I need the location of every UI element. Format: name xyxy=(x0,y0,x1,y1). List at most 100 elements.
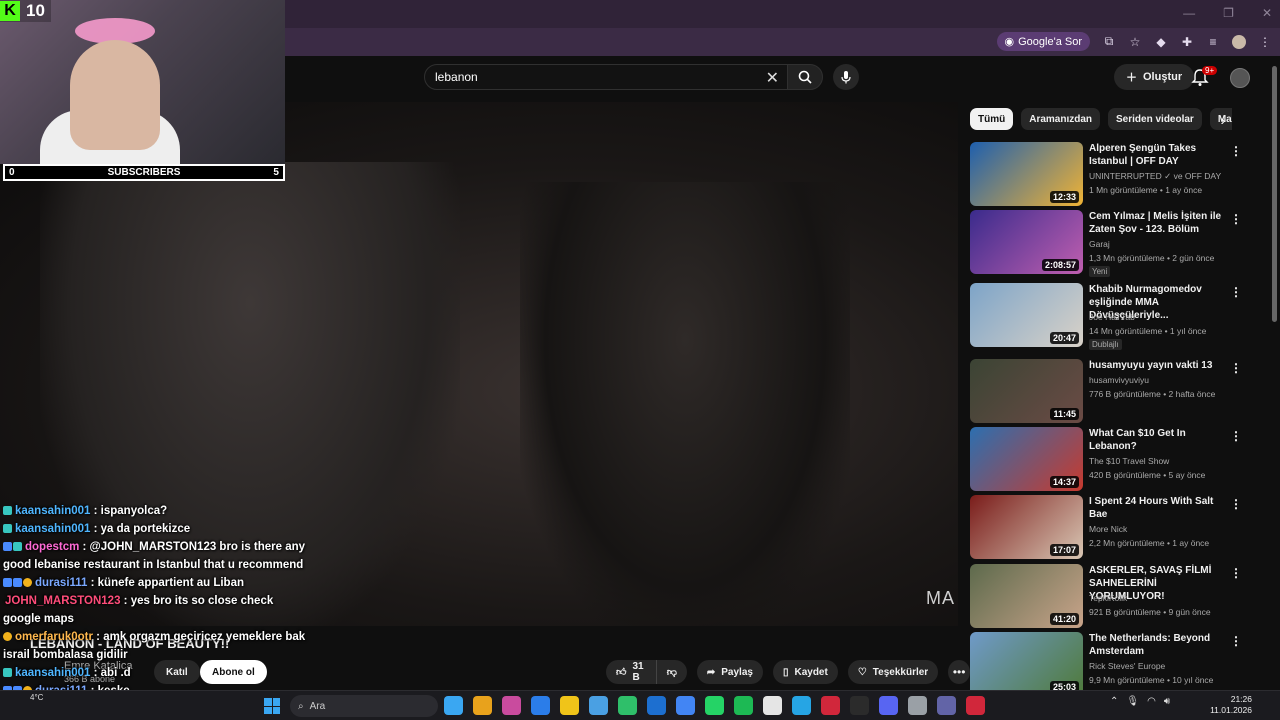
recommendation-channel[interactable]: TepkiKolik xyxy=(1089,593,1127,603)
chat-username[interactable]: kaansahin001 xyxy=(15,667,90,679)
video-thumbnail[interactable]: 14:37 xyxy=(970,427,1083,491)
maximize-icon[interactable]: ❐ xyxy=(1223,6,1234,20)
extension-diamond-icon[interactable]: ◆ xyxy=(1154,35,1168,49)
recommendation-title[interactable]: Alperen Şengün Takes Istanbul | OFF DAY xyxy=(1089,142,1225,168)
install-app-icon[interactable]: ⧉ xyxy=(1102,34,1116,49)
recommendation-card[interactable]: 2:08:57 Cem Yılmaz | Melis İşiten ile Zat… xyxy=(970,210,1250,277)
filter-chip[interactable]: Aramanızdan xyxy=(1021,108,1101,130)
taskbar-app-icon[interactable] xyxy=(560,696,579,715)
taskbar-app-icon[interactable] xyxy=(734,696,753,715)
search-button[interactable] xyxy=(787,64,823,90)
taskbar-app-icon[interactable] xyxy=(502,696,521,715)
taskbar-app-icon[interactable] xyxy=(676,696,695,715)
filter-chip[interactable]: Seriden videolar xyxy=(1108,108,1202,130)
recommendation-card[interactable]: 25:03 The Netherlands: Beyond Amsterdam Ri… xyxy=(970,632,1250,696)
extensions-puzzle-icon[interactable]: ✚ xyxy=(1180,35,1194,49)
like-button[interactable]: 👍︎ 31 B xyxy=(606,660,657,684)
more-options-icon[interactable]: ⋮ xyxy=(1230,285,1242,299)
taskbar-app-icon[interactable] xyxy=(937,696,956,715)
taskbar-search[interactable]: ⌕ Ara xyxy=(290,695,438,717)
taskbar-app-icon[interactable] xyxy=(705,696,724,715)
recommendation-card[interactable]: 11:45 husamyuyu yayın vakti 13 husamvivyuv… xyxy=(970,359,1250,423)
bookmark-star-icon[interactable]: ☆ xyxy=(1128,35,1142,49)
close-icon[interactable]: ✕ xyxy=(1262,6,1272,20)
more-options-icon[interactable]: ⋮ xyxy=(1230,212,1242,226)
video-thumbnail[interactable]: 41:20 xyxy=(970,564,1083,628)
recommendation-card[interactable]: 20:47 Khabib Nurmagomedov eşliğinde MMA D… xyxy=(970,283,1250,350)
video-thumbnail[interactable]: 20:47 xyxy=(970,283,1083,347)
taskbar-app-icon[interactable] xyxy=(763,696,782,715)
taskbar-app-icon[interactable] xyxy=(647,696,666,715)
taskbar-app-icon[interactable] xyxy=(850,696,869,715)
weather-widget[interactable]: 4°C xyxy=(30,693,43,702)
recommendation-title[interactable]: The Netherlands: Beyond Amsterdam xyxy=(1089,632,1225,658)
search-input[interactable]: lebanon ✕ xyxy=(424,64,788,90)
taskbar-app-icon[interactable] xyxy=(966,696,985,715)
minimize-icon[interactable]: — xyxy=(1183,6,1195,20)
recommendation-channel[interactable]: Joe HaTTab xyxy=(1089,312,1135,322)
recommendation-title[interactable]: I Spent 24 Hours With Salt Bae xyxy=(1089,495,1225,521)
voice-search-button[interactable] xyxy=(833,64,859,90)
save-button[interactable]: ▯ Kaydet xyxy=(772,660,838,684)
chat-username[interactable]: durasi111 xyxy=(35,577,87,589)
account-avatar[interactable] xyxy=(1230,68,1250,88)
more-options-icon[interactable]: ⋮ xyxy=(1230,497,1242,511)
taskbar-app-icon[interactable] xyxy=(589,696,608,715)
recommendation-card[interactable]: 14:37 What Can $10 Get In Lebanon? The $10… xyxy=(970,427,1250,491)
video-thumbnail[interactable]: 17:07 xyxy=(970,495,1083,559)
recommendation-channel[interactable]: husamvivyuviyu xyxy=(1089,375,1149,385)
wifi-icon[interactable]: ◠ xyxy=(1147,696,1156,707)
google-ask-button[interactable]: ◉ Google'a Sor xyxy=(996,32,1090,51)
taskbar-app-icon[interactable] xyxy=(618,696,637,715)
recommendation-title[interactable]: What Can $10 Get In Lebanon? xyxy=(1089,427,1225,453)
taskbar-app-icon[interactable] xyxy=(531,696,550,715)
chat-username[interactable]: kaansahin001 xyxy=(15,523,90,535)
chat-username[interactable]: dopestcm xyxy=(25,541,79,553)
recommendation-card[interactable]: 41:20 ASKERLER, SAVAŞ FİLMİ SAHNELERİNİ Y… xyxy=(970,564,1250,628)
video-thumbnail[interactable]: 25:03 xyxy=(970,632,1083,696)
video-thumbnail[interactable]: 12:33 xyxy=(970,142,1083,206)
chat-username[interactable]: JOHN_MARSTON123 xyxy=(5,595,120,607)
more-options-icon[interactable]: ⋮ xyxy=(1230,566,1242,580)
filter-chip[interactable]: Tümü xyxy=(970,108,1014,130)
taskbar-clock[interactable]: 21:26 11.01.2026 xyxy=(1210,694,1252,716)
clear-search-icon[interactable]: ✕ xyxy=(766,68,779,88)
browser-menu-icon[interactable]: ⋮ xyxy=(1258,35,1272,49)
recommendation-channel[interactable]: The $10 Travel Show xyxy=(1089,456,1169,466)
recommendation-card[interactable]: 12:33 Alperen Şengün Takes Istanbul | OFF… xyxy=(970,142,1250,206)
taskbar-app-icon[interactable] xyxy=(473,696,492,715)
page-scrollbar[interactable] xyxy=(1272,66,1277,322)
recommendation-card[interactable]: 17:07 I Spent 24 Hours With Salt Bae More … xyxy=(970,495,1250,559)
browser-profile-avatar[interactable] xyxy=(1232,34,1246,49)
more-options-icon[interactable]: ⋮ xyxy=(1230,634,1242,648)
taskbar-app-icon[interactable] xyxy=(908,696,927,715)
more-options-icon[interactable]: ⋮ xyxy=(1230,144,1242,158)
chevron-right-icon[interactable]: › xyxy=(1214,111,1232,129)
recommendation-channel[interactable]: More Nick xyxy=(1089,524,1127,534)
taskbar-app-icon[interactable] xyxy=(879,696,898,715)
recommendation-title[interactable]: Cem Yılmaz | Melis İşiten ile Zaten Şov … xyxy=(1089,210,1225,236)
more-options-icon[interactable]: ⋮ xyxy=(1230,361,1242,375)
chat-username[interactable]: omerfaruk0otr xyxy=(15,631,93,643)
taskbar-app-icon[interactable] xyxy=(821,696,840,715)
recommendation-channel[interactable]: Rick Steves' Europe xyxy=(1089,661,1165,671)
video-thumbnail[interactable]: 2:08:57 xyxy=(970,210,1083,274)
volume-icon[interactable]: 🔊︎ xyxy=(1164,696,1170,707)
chat-username[interactable]: kaansahin001 xyxy=(15,505,90,517)
thanks-button[interactable]: ♡ Teşekkürler xyxy=(847,660,939,684)
create-button[interactable]: ＋ Oluştur xyxy=(1114,64,1195,90)
recommendation-channel[interactable]: Garaj xyxy=(1089,239,1110,249)
video-thumbnail[interactable]: 11:45 xyxy=(970,359,1083,423)
tray-overflow-icon[interactable]: ⌃ xyxy=(1110,696,1118,707)
windows-start-icon[interactable] xyxy=(264,698,280,714)
reading-list-icon[interactable]: ≡ xyxy=(1206,35,1220,49)
taskbar-app-icon[interactable] xyxy=(444,696,463,715)
more-actions-icon[interactable]: ••• xyxy=(948,660,971,684)
dislike-button[interactable]: 👎︎ xyxy=(656,660,687,684)
share-button[interactable]: ➦ Paylaş xyxy=(696,660,763,684)
recommendation-title[interactable]: husamyuyu yayın vakti 13 xyxy=(1089,359,1225,372)
microphone-tray-icon[interactable]: 🎙︎ xyxy=(1126,696,1139,707)
more-options-icon[interactable]: ⋮ xyxy=(1230,429,1242,443)
taskbar-app-icon[interactable] xyxy=(792,696,811,715)
recommendation-channel[interactable]: UNINTERRUPTED ✓ ve OFF DAY xyxy=(1089,171,1221,182)
